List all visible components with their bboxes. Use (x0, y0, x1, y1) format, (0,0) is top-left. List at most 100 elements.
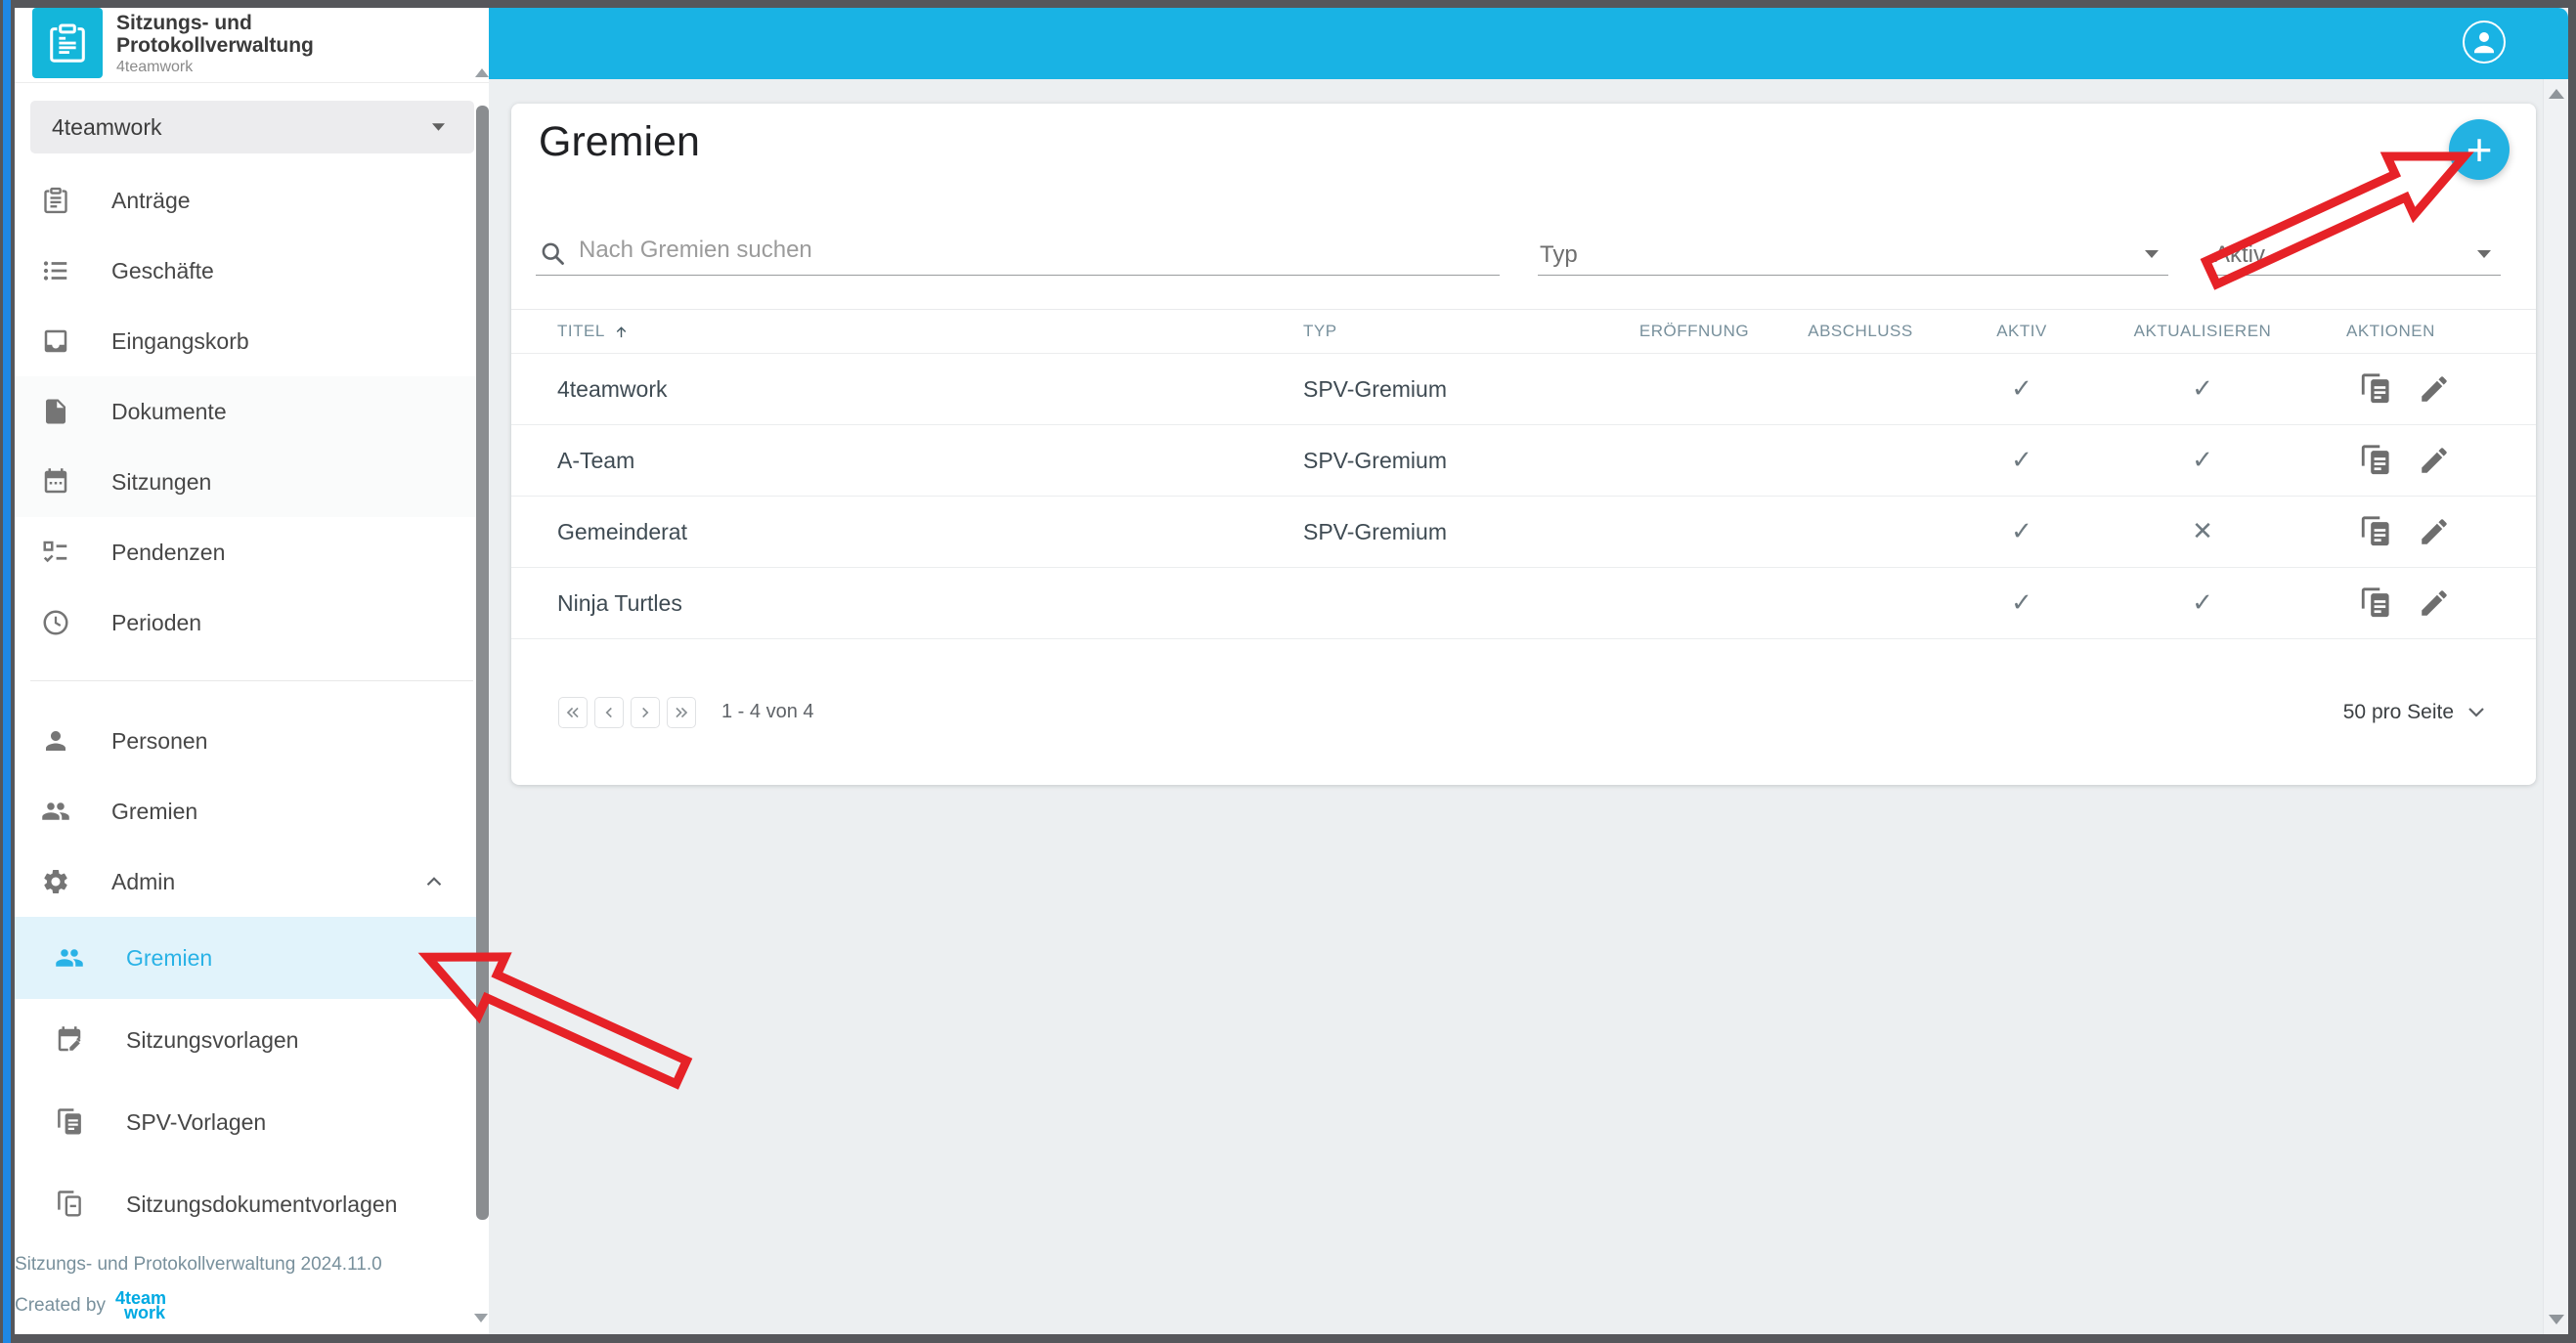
group-icon (42, 802, 69, 820)
person-icon (2474, 32, 2494, 54)
double-chevron-right-icon (676, 707, 688, 717)
table-row[interactable]: Gemeinderat SPV-Gremium ✓ ✕ (511, 497, 2536, 568)
sidebar-item-label: Personen (111, 727, 208, 754)
filter-aktiv-select[interactable]: Aktiv (2212, 233, 2501, 276)
sidebar-item-antraege[interactable]: Anträge (15, 165, 489, 236)
sidebar-item-sitzungen[interactable]: Sitzungen (15, 447, 489, 517)
scroll-up-icon[interactable] (2548, 89, 2564, 99)
edit-pencil-icon[interactable] (2418, 586, 2451, 620)
search-field[interactable] (536, 233, 1500, 276)
sidebar-item-gremien[interactable]: Gremien (15, 776, 489, 846)
column-header-aktionen: AKTIONEN (2346, 322, 2435, 340)
pagination-bar: 1 - 4 von 4 50 pro Seite (511, 639, 2536, 785)
edit-pencil-icon[interactable] (2418, 372, 2451, 406)
column-header-eroeffnung[interactable]: ERÖFFNUNG (1616, 322, 1772, 341)
page-size-select[interactable]: 50 pro Seite (2343, 701, 2485, 724)
aktualisieren-mark-icon: ✓ (2192, 374, 2213, 404)
sidebar-item-admin[interactable]: Admin (15, 846, 489, 917)
aktiv-check-icon: ✓ (2011, 446, 2032, 475)
last-page-button[interactable] (667, 696, 696, 728)
aktualisieren-x-icon: ✕ (2192, 517, 2213, 546)
sidebar-item-sitzungsdokumentvorlagen[interactable]: Sitzungsdokumentvorlagen (15, 1163, 489, 1245)
edit-pencil-icon[interactable] (2418, 444, 2451, 477)
app-logo (32, 8, 103, 78)
add-gremium-button[interactable]: + (2449, 119, 2510, 180)
chevron-right-icon (642, 707, 649, 717)
table-row[interactable]: 4teamwork SPV-Gremium ✓ ✓ (511, 354, 2536, 425)
column-header-titel[interactable]: TITEL (511, 322, 1303, 341)
table-row[interactable]: A-Team SPV-Gremium ✓ ✓ (511, 425, 2536, 497)
clock-icon (43, 610, 68, 635)
sidebar-item-sitzungsvorlagen[interactable]: Sitzungsvorlagen (15, 999, 489, 1081)
sidebar-item-personen[interactable]: Personen (15, 706, 489, 776)
gremien-table: TITEL TYP ERÖFFNUNG ABSCHLUSS AKTIV AKTU… (511, 309, 2536, 639)
protocol-document-icon[interactable] (2359, 372, 2392, 406)
scrollbar-thumb[interactable] (476, 106, 489, 1220)
cell-typ: SPV-Gremium (1303, 375, 1447, 402)
app-title-line1: Sitzungs- und (116, 12, 252, 34)
divider (30, 680, 473, 681)
sidebar-item-label: Sitzungen (111, 468, 212, 495)
cell-typ: SPV-Gremium (1303, 518, 1447, 544)
column-header-abschluss[interactable]: ABSCHLUSS (1772, 322, 1948, 341)
sidebar-item-admin-gremien[interactable]: Gremien (15, 917, 489, 999)
column-header-aktualisieren[interactable]: AKTUALISIEREN (2095, 322, 2310, 341)
sidebar-item-label: Gremien (111, 798, 198, 824)
sidebar-item-label: Anträge (111, 187, 191, 213)
documents-outline-icon (58, 1191, 81, 1217)
protocol-document-icon[interactable] (2359, 444, 2392, 477)
aktiv-check-icon: ✓ (2011, 588, 2032, 618)
group-icon (56, 949, 83, 967)
sidebar-item-dokumente[interactable]: Dokumente (15, 376, 489, 447)
checklist-icon (43, 541, 67, 563)
filter-typ-select[interactable]: Typ (1538, 233, 2168, 276)
sidebar-nav: Anträge Geschäfte Eingangskorb Dokumente… (15, 165, 489, 658)
tenant-select[interactable]: 4teamwork (30, 101, 474, 153)
sidebar-item-label: Eingangskorb (111, 327, 249, 354)
created-by: Created by 4team work (15, 1289, 166, 1321)
sidebar-item-label: Pendenzen (111, 539, 226, 565)
column-header-aktiv[interactable]: AKTIV (1948, 322, 2095, 341)
sidebar-item-perioden[interactable]: Perioden (15, 587, 489, 658)
next-page-button[interactable] (631, 696, 660, 728)
scroll-down-icon[interactable] (2549, 1315, 2564, 1324)
protocol-document-icon[interactable] (2359, 586, 2392, 620)
column-header-typ[interactable]: TYP (1303, 322, 1616, 341)
sidebar-item-spv-vorlagen[interactable]: SPV-Vorlagen (15, 1081, 489, 1163)
inbox-icon (44, 329, 67, 353)
sidebar-scrollbar[interactable] (474, 8, 489, 1334)
chevron-left-icon (605, 707, 612, 717)
aktiv-check-icon: ✓ (2011, 517, 2032, 546)
scroll-down-icon[interactable] (474, 1314, 488, 1322)
sidebar-item-eingangskorb[interactable]: Eingangskorb (15, 306, 489, 376)
tenant-selected-label: 4teamwork (52, 113, 162, 140)
aktualisieren-mark-icon: ✓ (2192, 446, 2213, 475)
fourteamwork-logo[interactable]: 4team work (115, 1289, 166, 1321)
person-icon (46, 731, 65, 751)
created-by-label: Created by (15, 1295, 106, 1316)
edit-pencil-icon[interactable] (2418, 515, 2451, 548)
cell-titel: A-Team (557, 447, 635, 473)
user-avatar[interactable] (2463, 21, 2506, 64)
main-scrollbar[interactable] (2543, 79, 2568, 1334)
app-subtitle: 4teamwork (116, 59, 194, 75)
sidebar-item-geschaefte[interactable]: Geschäfte (15, 236, 489, 306)
pagination-range-label: 1 - 4 von 4 (721, 701, 814, 722)
table-row[interactable]: Ninja Turtles ✓ ✓ (511, 568, 2536, 639)
sidebar-item-label: Sitzungsvorlagen (126, 1026, 299, 1053)
sidebar: Sitzungs- und Protokollverwaltung 4teamw… (15, 8, 489, 1334)
filter-aktiv-label: Aktiv (2214, 241, 2266, 268)
aktiv-check-icon: ✓ (2011, 374, 2032, 404)
previous-page-button[interactable] (594, 696, 624, 728)
app-version-label: Sitzungs- und Protokollverwaltung 2024.1… (15, 1254, 382, 1275)
scroll-up-icon[interactable] (475, 68, 489, 77)
sidebar-item-pendenzen[interactable]: Pendenzen (15, 517, 489, 587)
double-chevron-left-icon (566, 707, 579, 717)
first-page-button[interactable] (558, 696, 588, 728)
protocol-document-icon[interactable] (2359, 515, 2392, 548)
search-input[interactable] (579, 237, 1459, 264)
gremien-card: Gremien + Typ Aktiv TITEL (511, 104, 2536, 785)
divider (15, 82, 489, 83)
sidebar-item-label: Geschäfte (111, 257, 214, 283)
sort-ascending-icon (616, 325, 627, 337)
